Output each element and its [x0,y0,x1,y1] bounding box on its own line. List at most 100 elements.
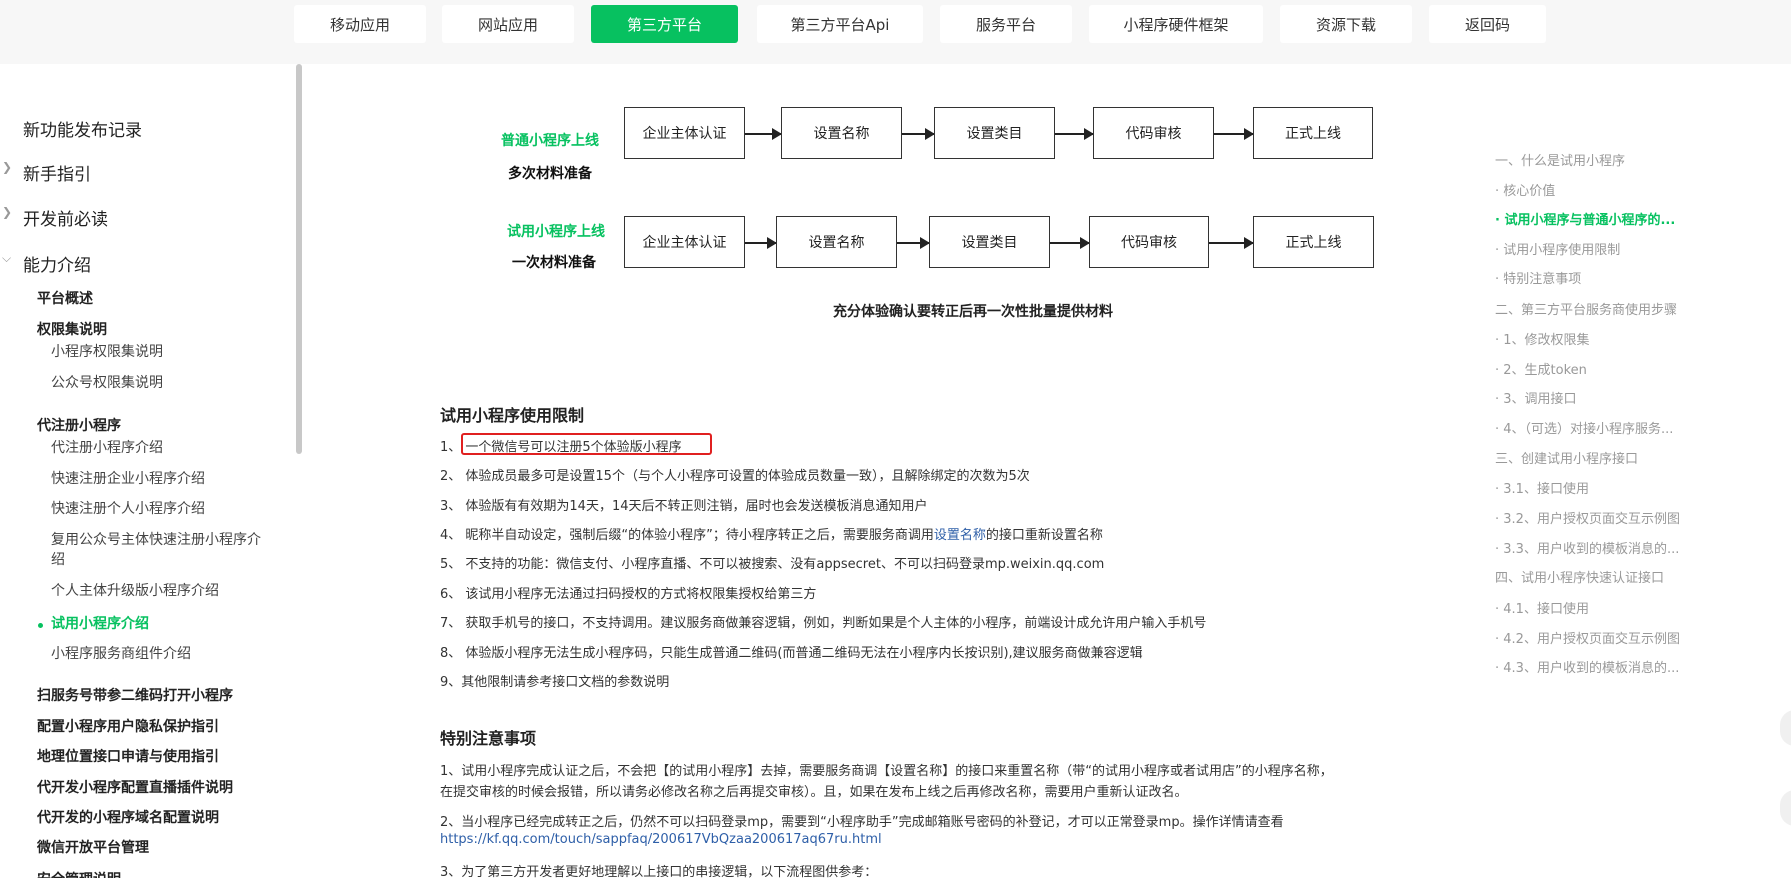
toc-item[interactable]: · 4.1、接口使用 [1495,598,1589,617]
sidebar-scrollbar[interactable] [296,64,302,454]
sidebar-item-capabilities[interactable]: 能力介绍 [23,251,91,276]
set-name-link[interactable]: 设置名称 [934,528,986,543]
toc-item[interactable]: · 3、调用接口 [1495,388,1577,407]
flow-caption: 充分体验确认要转正后再一次性批量提供材料 [833,304,1113,320]
sidebar-item-privacy-guide[interactable]: 配置小程序用户隐私保护指引 [37,716,219,736]
tab-hardware-framework[interactable]: 小程序硬件框架 [1089,5,1263,43]
toc-item[interactable]: 一、什么是试用小程序 [1495,150,1625,169]
sidebar-item-security[interactable]: 安全管理说明 [37,869,121,878]
flow-step: 设置类目 [929,216,1050,268]
toc-item[interactable]: · 特别注意事项 [1495,268,1581,287]
limit-item: 9、其他限制请参考接口文档的参数说明 [440,675,670,690]
flow-step: 正式上线 [1253,216,1374,268]
sidebar-item-domain-config[interactable]: 代开发的小程序域名配置说明 [37,807,219,827]
toc-item[interactable]: · 1、修改权限集 [1495,329,1590,348]
flow-row1-label: 普通小程序上线 [501,133,599,149]
limit-item: 5、 不支持的功能：微信支付、小程序直播、不可以被搜索、没有appsecret、… [440,557,1105,572]
toc-item[interactable]: · 3.2、用户授权页面交互示例图 [1495,508,1680,527]
toc-item-active[interactable]: · 试用小程序与普通小程序的... [1495,209,1675,228]
flow-step: 企业主体认证 [624,107,745,159]
sidebar-item-beginner-guide[interactable]: 新手指引 [23,160,91,185]
limit-item: 4、 昵称半自动设定，强制后缀“的体验小程序”；待小程序转正之后，需要服务商调用… [440,524,1103,543]
tab-mobile-app[interactable]: 移动应用 [294,5,426,43]
chevron-right-icon[interactable]: ❯ [2,205,12,219]
top-nav-bar: 移动应用 网站应用 第三方平台 第三方平台Api 服务平台 小程序硬件框架 资源… [0,0,1791,64]
highlight-box [461,433,712,455]
sidebar-item-live-plugin[interactable]: 代开发小程序配置直播插件说明 [37,777,233,797]
sidebar-item-before-dev[interactable]: 开发前必读 [23,205,108,230]
sidebar-item-oa-permissions[interactable]: 公众号权限集说明 [51,373,266,393]
sidebar-item-reuse-oa-register[interactable]: 复用公众号主体快速注册小程序介绍 [51,530,266,570]
limit-item: 8、 体验版小程序无法生成小程序码，只能生成普通二维码(而普通二维码无法在小程序… [440,646,1143,661]
note-text: 2、当小程序已经完成转正之后，仍然不可以扫码登录mp，需要到“小程序助手”完成邮… [440,815,1284,830]
flow-step: 设置名称 [781,107,902,159]
chevron-down-icon[interactable]: ⌵ [2,251,11,266]
toc-item[interactable]: · 3.1、接口使用 [1495,478,1589,497]
toc-item[interactable]: · 核心价值 [1495,180,1555,199]
note-link-row: https://kf.qq.com/touch/sappfaq/200617Vb… [440,832,882,847]
limit-item: 6、 该试用小程序无法通过扫码授权的方式将权限集授权给第三方 [440,587,817,602]
toc-item[interactable]: · 4、（可选）对接小程序服务... [1495,418,1673,437]
flow-step: 代码审核 [1089,216,1209,268]
flow-step: 设置名称 [776,216,897,268]
flow-step: 正式上线 [1253,107,1373,159]
chevron-right-icon[interactable]: ❯ [2,160,12,174]
tab-resource-download[interactable]: 资源下载 [1280,5,1412,43]
sidebar-item-trial-mp[interactable]: 试用小程序介绍 [51,614,266,634]
tab-website-app[interactable]: 网站应用 [442,5,574,43]
note-text: 1、试用小程序完成认证之后，不会把【的试用小程序】去掉，需要服务商调【设置名称】… [440,764,1333,779]
tab-return-code[interactable]: 返回码 [1429,5,1546,43]
arrow-right-icon [1214,128,1254,140]
toc-item[interactable]: 三、创建试用小程序接口 [1495,448,1638,467]
sidebar-item-release-notes[interactable]: 新功能发布记录 [23,116,142,141]
limit-item: 7、 获取手机号的接口，不支持调用。建议服务商做兼容逻辑，例如，判断如果是个人主… [440,616,1207,631]
toc-item[interactable]: · 2、生成token [1495,359,1587,378]
toc-item[interactable]: · 4.2、用户授权页面交互示例图 [1495,628,1680,647]
sidebar-item-personal-upgrade[interactable]: 个人主体升级版小程序介绍 [51,581,266,601]
section-title-notes: 特别注意事项 [440,729,537,748]
limit-item-text: 的接口重新设置名称 [985,528,1103,543]
toc-item[interactable]: 四、试用小程序快速认证接口 [1495,567,1664,586]
toc-item[interactable]: 二、第三方平台服务商使用步骤 [1495,299,1677,318]
sidebar-item-proxy-register[interactable]: 代注册小程序 [37,415,121,435]
flow-row2-sublabel: 一次材料准备 [512,255,596,271]
sidebar-item-permissions[interactable]: 权限集说明 [37,319,107,339]
limit-item: 2、 体验成员最多可是设置15个（与个人小程序可设置的体验成员数量一致），且解除… [440,469,1030,484]
arrow-right-icon [745,128,782,140]
flow-row1-sublabel: 多次材料准备 [508,166,592,182]
arrow-right-icon [745,237,777,249]
limit-item: 3、 体验版有有效期为14天，14天后不转正则注销，届时也会发送模板消息通知用户 [440,499,928,514]
note-text: 在提交审核的时候会报错，所以请务必修改名称之后再提交审核）。且，如果在发布上线之… [440,785,1188,800]
sidebar-item-service-components[interactable]: 小程序服务商组件介绍 [51,644,266,664]
toc-item[interactable]: · 4.3、用户收到的模板消息的... [1495,657,1679,676]
tab-third-party-platform[interactable]: 第三方平台 [591,5,738,43]
toc-item[interactable]: · 试用小程序使用限制 [1495,239,1620,258]
floating-action-button[interactable] [1780,790,1791,826]
floating-action-button[interactable] [1780,710,1791,746]
sidebar-item-platform-overview[interactable]: 平台概述 [37,288,93,308]
sidebar-item-open-platform-mgmt[interactable]: 微信开放平台管理 [37,837,149,857]
sidebar-item-proxy-register-intro[interactable]: 代注册小程序介绍 [51,438,266,458]
arrow-right-icon [1209,237,1254,249]
note-text: 3、为了第三方开发者更好地理解以上接口的串接逻辑，以下流程图供参考： [440,865,878,880]
kf-faq-link[interactable]: https://kf.qq.com/touch/sappfaq/200617Vb… [440,832,882,847]
tab-third-party-api[interactable]: 第三方平台Api [757,5,923,43]
arrow-right-icon [897,237,930,249]
arrow-right-icon [1050,237,1090,249]
sidebar-nav: 新功能发布记录 ❯ 新手指引 ❯ 开发前必读 ⌵ 能力介绍 平台概述 权限集说明… [0,64,300,878]
flow-step: 设置类目 [934,107,1055,159]
sidebar-item-fast-register-company[interactable]: 快速注册企业小程序介绍 [51,469,266,489]
limit-item-text: 4、 昵称半自动设定，强制后缀“的体验小程序”；待小程序转正之后，需要服务商调用 [440,528,934,543]
toc-item[interactable]: · 3.3、用户收到的模板消息的... [1495,538,1679,557]
sidebar-item-scan-qr[interactable]: 扫服务号带参二维码打开小程序 [37,685,233,705]
tab-service-platform[interactable]: 服务平台 [940,5,1072,43]
sidebar-item-location-api[interactable]: 地理位置接口申请与使用指引 [37,746,219,766]
flow-step: 企业主体认证 [624,216,745,268]
sidebar-item-mp-permissions[interactable]: 小程序权限集说明 [51,342,266,362]
arrow-right-icon [902,128,935,140]
flow-step: 代码审核 [1093,107,1214,159]
flow-row2-label: 试用小程序上线 [507,224,605,240]
sidebar-item-fast-register-personal[interactable]: 快速注册个人小程序介绍 [51,499,266,519]
active-dot-icon [38,623,43,628]
section-title-limits: 试用小程序使用限制 [440,406,585,425]
